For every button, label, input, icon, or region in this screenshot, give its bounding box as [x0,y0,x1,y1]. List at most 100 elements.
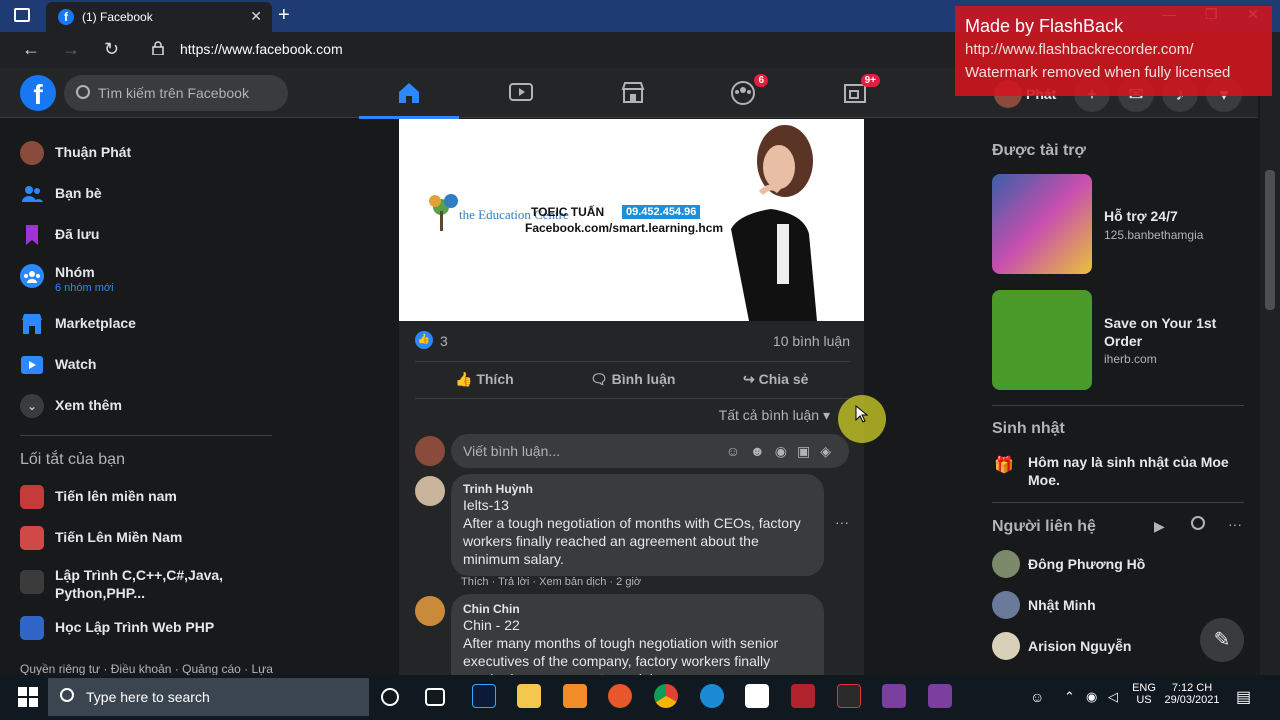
ad-image [992,290,1092,390]
all-comments-label: Tất cả bình luận [718,407,820,423]
ad-line-facebook: Facebook.com/smart.learning.hcm [525,221,724,235]
new-message-icon[interactable]: ✎ [1200,618,1244,662]
lang-region: US [1136,694,1152,706]
shortcut-label: Học Lập Trình Web PHP [55,619,215,635]
commenter-name[interactable]: Trinh Huỳnh [463,482,812,496]
post-image[interactable]: the Education Centre TOEIC TUẤN 09.452.4… [399,119,864,321]
network-icon[interactable]: ◉ [1086,689,1097,705]
footer-links[interactable]: Quyền riêng tư · Điều khoản · Quảng cáo … [20,662,273,676]
browser-tab[interactable]: f (1) Facebook ✕ [46,2,272,32]
groups-icon [20,264,44,288]
taskbar-search-input[interactable]: Type here to search [48,678,369,716]
like-label: Thích [476,371,514,387]
composer-icons[interactable]: ☺☻◉▣◈ [726,443,841,460]
ad-item[interactable]: Save on Your 1st Order iherb.com [992,290,1242,390]
left-sidebar: Thuận Phát Bạn bè Đã lưu Nhóm 6 nhóm mới… [0,130,290,676]
clock-date: 29/03/2021 [1164,694,1220,706]
refresh-icon[interactable]: ↻ [104,39,119,60]
sidebar-item-label: Watch [55,356,97,372]
notification-center-icon[interactable]: ▤ [1236,687,1251,707]
marketplace-nav-icon[interactable] [620,80,646,106]
file-explorer-icon[interactable] [517,684,541,708]
comment-input[interactable]: Viết bình luận... ☺☻◉▣◈ [451,434,849,468]
shortcut-label: Lập Trình C,C++,C#,Java, Python,PHP... [55,567,224,601]
search-input[interactable]: Tìm kiếm trên Facebook [64,75,288,111]
comment-item: Trinh Huỳnh Ielts-13 After a tough negot… [415,474,855,589]
watermark-line: http://www.flashbackrecorder.com/ [965,41,1194,58]
comment-item: Chin Chin Chin - 22 After many months of… [415,594,855,696]
edge-icon[interactable] [700,684,724,708]
forward-icon[interactable]: → [62,39,80,60]
avatar[interactable] [415,596,445,626]
comment-button[interactable]: 🗨 Bình luận [590,371,675,388]
app-icon[interactable] [745,684,769,708]
page-scrollbar[interactable] [1260,68,1280,675]
more-options-icon[interactable]: ··· [835,514,849,530]
comment-placeholder: Viết bình luận... [463,443,561,459]
tray-chevron-icon[interactable]: ⌃ [1064,689,1075,705]
task-view-icon[interactable] [425,688,445,706]
video-call-icon[interactable]: ▶ [1154,518,1165,535]
url-field[interactable]: https://www.facebook.com [152,38,952,62]
firefox-icon[interactable] [608,684,632,708]
commenter-name[interactable]: Chin Chin [463,602,812,616]
sidebar-item-label: Xem thêm [55,397,122,413]
groups-nav-icon[interactable]: 6 [730,74,768,106]
contacts-title: Người liên hệ [992,518,1096,535]
share-button[interactable]: ↪ Chia sẻ [743,371,808,388]
tab-actions-icon[interactable] [14,8,30,22]
comment-count[interactable]: 10 bình luận [773,333,850,349]
windows-start-icon[interactable] [18,687,38,707]
contact-name: Nhật Minh [1028,597,1096,613]
gaming-nav-icon[interactable]: 9+ [842,74,880,106]
app-icon[interactable] [791,684,815,708]
comment-first-line: Chin - 22 [463,617,520,633]
sidebar-item-label: Bạn bè [55,185,102,201]
cortana-icon[interactable] [381,688,399,706]
shortcut-label: Tiến Lên Miền Nam [55,529,183,545]
comment-actions[interactable]: Thích · Trả lời · Xem bản dịch · 2 giờ [461,576,641,588]
clock-time: 7:12 CH [1171,682,1213,694]
recorder-icon[interactable] [928,684,952,708]
chrome-icon[interactable] [654,684,678,708]
toeic-ad-banner: the Education Centre [399,119,864,321]
watch-icon [21,356,43,374]
tab-title: (1) Facebook [82,10,153,24]
language-indicator[interactable]: ENG US [1130,682,1158,706]
ad-item[interactable]: Hỗ trợ 24/7 125.banbethamgia [992,174,1242,274]
contact-name: Arision Nguyễn [1028,638,1132,654]
like-button[interactable]: 👍 Thích [455,371,514,388]
post-actions: 👍 Thích 🗨 Bình luận ↪ Chia sẻ [415,361,850,399]
photoshop-icon[interactable] [472,684,496,708]
watch-nav-icon[interactable] [508,80,534,106]
sidebar-item-label: Marketplace [55,315,136,331]
home-icon[interactable] [359,80,459,119]
sublime-text-icon[interactable] [563,684,587,708]
clock[interactable]: 7:12 CH 29/03/2021 [1160,682,1224,706]
recorder-icon[interactable] [882,684,906,708]
close-tab-icon[interactable]: ✕ [250,8,262,25]
facebook-logo[interactable]: f [20,75,56,111]
app-icon[interactable] [837,684,861,708]
avatar[interactable] [415,476,445,506]
comment-first-line: Ielts-13 [463,497,509,513]
divider [20,435,272,436]
more-options-icon[interactable]: ··· [1228,516,1242,532]
search-contacts-icon[interactable] [1191,516,1205,530]
game-thumbnail [20,526,44,550]
new-tab-button[interactable]: + [278,4,290,27]
group-thumbnail [20,616,44,640]
people-icon[interactable]: ☺ [1030,689,1044,705]
post-card: 👍 3 10 bình luận 👍 Thích 🗨 Bình luận ↪ C… [399,321,886,696]
scrollbar-thumb[interactable] [1265,170,1275,310]
share-label: Chia sẻ [758,371,809,387]
ad-line-toeic: TOEIC TUẤN [531,205,605,219]
all-comments-filter[interactable]: Tất cả bình luận ▾ [719,407,830,424]
shortcuts-title: Lối tắt của bạn [20,451,125,468]
back-icon[interactable]: ← [22,39,40,60]
birthday-title: Sinh nhật [992,420,1065,437]
taskbar-search-placeholder: Type here to search [86,689,210,705]
volume-icon[interactable]: ◁ [1108,689,1118,705]
right-sidebar: Được tài trợ Hỗ trợ 24/7 125.banbethamgi… [992,130,1252,675]
avatar [20,141,44,165]
